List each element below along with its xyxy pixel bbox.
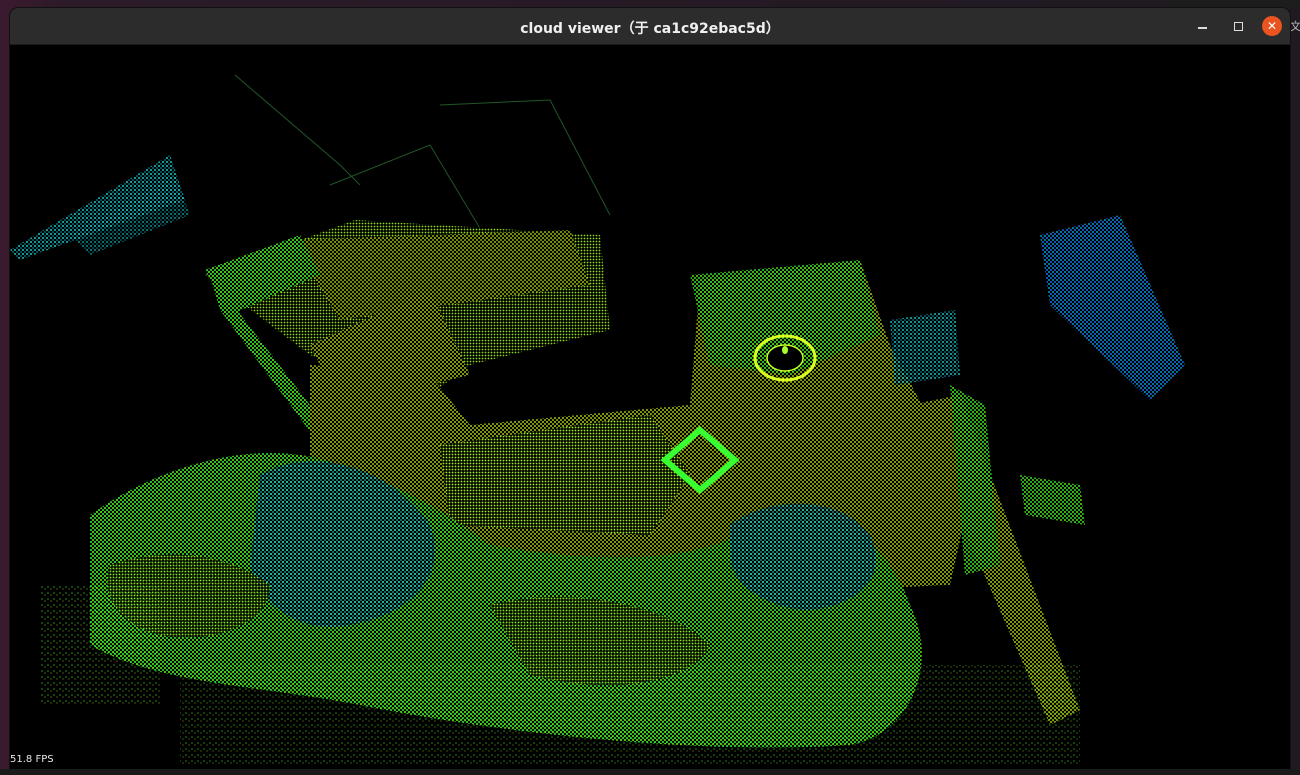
minimize-icon: [1197, 27, 1207, 29]
top-panel-fragment: [1170, 0, 1300, 8]
desktop-side-glyph: 文: [1290, 20, 1300, 33]
window-title: cloud viewer（于 ca1c92ebac5d）: [520, 21, 780, 37]
close-icon: ✕: [1266, 19, 1278, 33]
point-cloud-canvas[interactable]: [10, 45, 1290, 775]
maximize-button[interactable]: [1228, 16, 1248, 36]
minimize-button[interactable]: [1192, 16, 1212, 36]
maximize-icon: [1233, 21, 1243, 31]
desktop-bottom-edge: [0, 769, 1300, 775]
cloud-region-left-cyan: [10, 155, 190, 260]
fps-counter: 51.8 FPS: [10, 754, 54, 765]
title-bar[interactable]: cloud viewer（于 ca1c92ebac5d） ✕: [10, 8, 1290, 45]
point-cloud-viewport[interactable]: 51.8 FPS: [10, 45, 1290, 775]
cloud-region-top-outlines: [234, 74, 611, 246]
cloud-region-right-blue: [1040, 215, 1185, 400]
close-button[interactable]: ✕: [1262, 16, 1282, 36]
cloud-viewer-window: cloud viewer（于 ca1c92ebac5d） ✕ 51.8 FPS: [10, 8, 1290, 775]
